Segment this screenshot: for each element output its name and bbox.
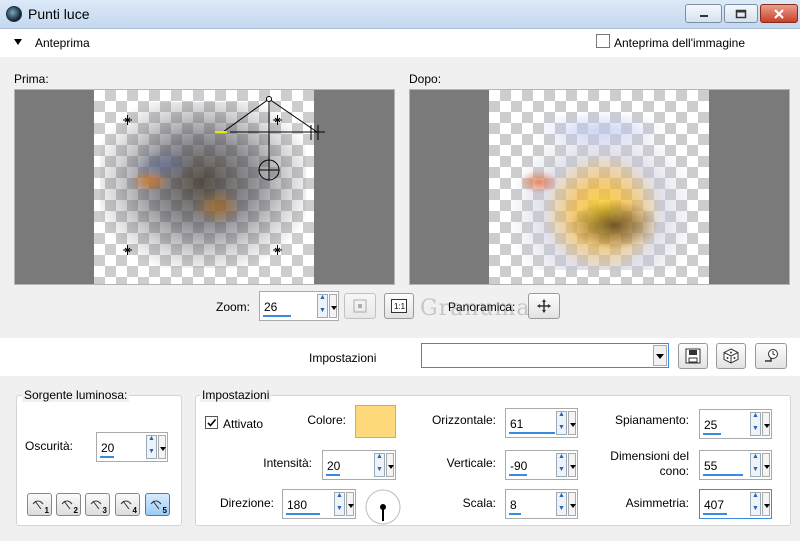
zoom-1to1-button[interactable]: 1:1 [384,293,414,319]
close-icon [774,8,784,19]
intensity-label: Intensità: [263,456,312,470]
asymmetry-stepper[interactable] [750,492,761,516]
pan-button[interactable] [528,293,560,319]
after-image [489,90,709,284]
zoom-fit-icon [353,299,367,313]
cone-size-input[interactable]: 55 [699,450,772,480]
after-label: Dopo: [409,72,442,86]
cone-size-label-2: cono: [659,464,689,478]
direction-input[interactable]: 180 [282,489,356,519]
light-preset-1[interactable]: 1 [27,493,52,516]
before-label: Prima: [14,72,49,86]
image-preview-checkbox[interactable] [596,34,610,48]
flattening-dropdown[interactable] [762,412,770,436]
presets-select[interactable] [421,343,669,368]
scale-label: Scala: [462,496,496,510]
flattening-input[interactable]: 25 [699,409,772,439]
app-icon [6,6,22,22]
zoom-input[interactable]: 26 [259,291,339,321]
preview-header: Anteprima Anteprima dell'immagine [0,29,800,57]
light-source-title: Sorgente luminosa: [22,388,130,402]
light-preset-icon [61,500,73,510]
pan-icon [537,299,551,313]
presets-label: Impostazioni [309,351,377,365]
dice-icon [723,348,739,364]
direction-dial[interactable] [364,488,402,526]
cone-size-label: Dimensioni del [610,449,689,463]
asymmetry-input[interactable]: 407 [699,489,772,519]
close-button[interactable] [760,4,798,23]
scale-stepper[interactable] [556,492,567,516]
light-preset-icon [150,500,162,510]
collapse-arrow-icon[interactable] [14,39,22,45]
zoom-1to1-icon: 1:1 [391,299,407,313]
direction-dropdown[interactable] [346,492,354,516]
enabled-label: Attivato [223,417,264,431]
preview-toggle-label[interactable]: Anteprima [35,36,90,50]
enabled-checkbox[interactable] [205,416,218,429]
intensity-stepper[interactable] [374,453,385,477]
darkness-label: Oscurità: [25,439,74,453]
zoom-stepper[interactable] [317,294,328,318]
scale-input[interactable]: 8 [505,489,578,519]
flattening-label: Spianamento: [614,413,689,427]
save-icon [685,348,701,364]
darkness-stepper[interactable] [146,435,157,459]
watermark-text: Granuma [420,296,531,321]
cone-size-stepper[interactable] [750,453,761,477]
svg-text:1:1: 1:1 [394,302,406,311]
light-guides[interactable] [15,90,396,286]
light-preset-icon [32,500,44,510]
zoom-dropdown[interactable] [329,294,337,318]
presets-dropdown-button[interactable] [653,345,667,366]
light-preset-5[interactable]: 5 [145,493,170,516]
maximize-button[interactable] [724,4,758,23]
horizontal-dropdown[interactable] [568,411,576,435]
vertical-dropdown[interactable] [568,453,576,477]
horizontal-stepper[interactable] [556,411,567,435]
light-preset-icon [90,500,102,510]
reset-icon [765,349,778,362]
light-preset-2[interactable]: 2 [56,493,81,516]
intensity-dropdown[interactable] [386,453,394,477]
after-preview[interactable] [409,89,790,285]
light-preset-4[interactable]: 4 [115,493,140,516]
vertical-stepper[interactable] [556,453,567,477]
presets-bar: Impostazioni [0,338,800,376]
cone-size-dropdown[interactable] [762,453,770,477]
minimize-icon [699,14,708,17]
darkness-input[interactable]: 20 [96,432,168,462]
randomize-button[interactable] [716,343,746,369]
vertical-input[interactable]: -90 [505,450,578,480]
light-preset-3[interactable]: 3 [85,493,110,516]
minimize-button[interactable] [685,4,722,23]
vertical-label: Verticale: [446,456,496,470]
settings-title: Impostazioni [200,388,272,402]
title-bar: Punti luce [0,0,800,29]
zoom-value: 26 [264,300,278,314]
before-preview[interactable] [14,89,395,285]
window-title: Punti luce [28,6,90,22]
checkmark-icon [207,418,217,427]
light-preset-icon [120,500,132,510]
zoom-fit-button[interactable] [344,293,376,319]
maximize-icon [735,9,747,18]
asymmetry-dropdown[interactable] [762,492,770,516]
direction-stepper[interactable] [334,492,345,516]
reset-button[interactable] [755,343,787,369]
asymmetry-label: Asimmetria: [625,496,689,510]
horizontal-input[interactable]: 61 [505,408,578,438]
intensity-input[interactable]: 20 [322,450,396,480]
scale-dropdown[interactable] [568,492,576,516]
color-swatch[interactable] [355,405,396,438]
horizontal-label: Orizzontale: [431,413,496,427]
direction-label: Direzione: [219,496,274,510]
darkness-dropdown[interactable] [158,435,166,459]
image-preview-label: Anteprima dell'immagine [614,36,746,50]
flattening-stepper[interactable] [750,412,761,436]
color-label: Colore: [307,413,346,427]
save-preset-button[interactable] [678,343,708,369]
zoom-label: Zoom: [216,300,251,314]
